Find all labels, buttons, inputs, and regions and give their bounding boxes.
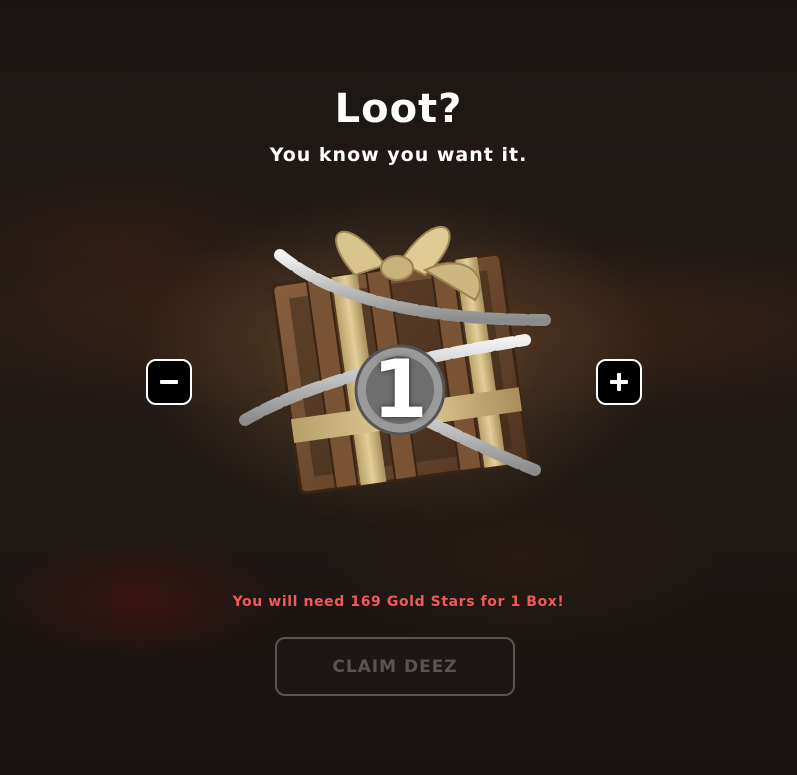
claim-button[interactable]: CLAIM DEEZ	[275, 637, 515, 696]
page-title: Loot?	[334, 86, 463, 132]
box-count: 1	[372, 343, 428, 436]
plus-icon	[610, 373, 628, 391]
increment-button[interactable]	[596, 359, 642, 405]
page-subtitle: You know you want it.	[269, 144, 528, 166]
cost-notice: You will need 169 Gold Stars for 1 Box!	[232, 594, 565, 610]
loot-screen: Loot? You know you want it. 1 You will n…	[0, 0, 797, 775]
minus-icon	[160, 380, 178, 384]
decrement-button[interactable]	[146, 359, 192, 405]
